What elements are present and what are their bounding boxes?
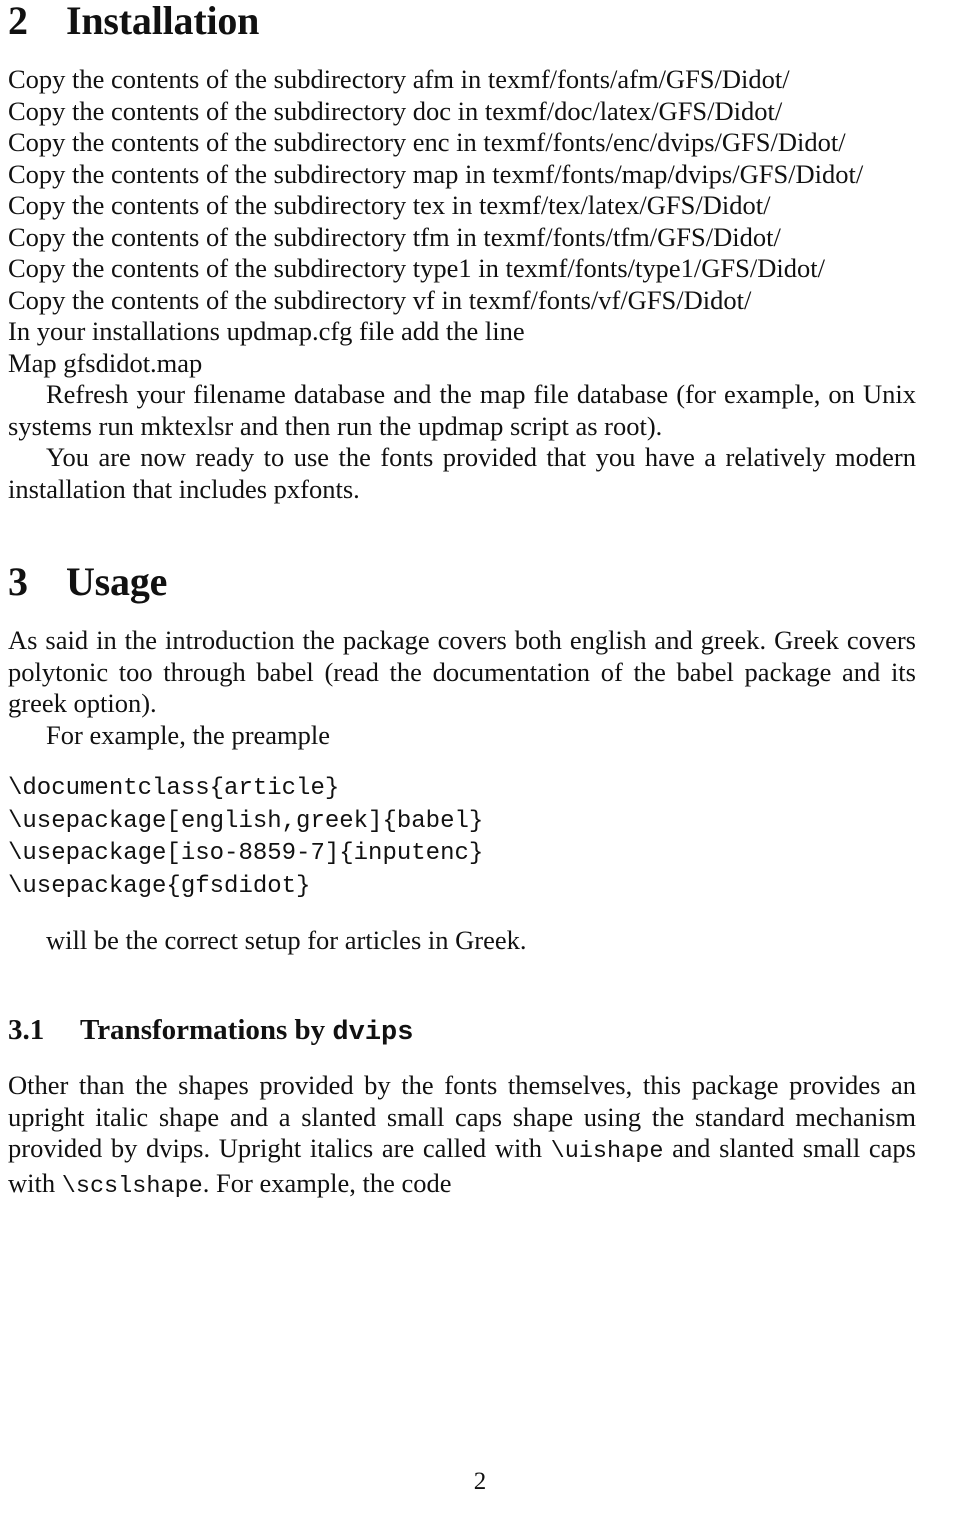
latex-preamble-code-block: \documentclass{article} \usepackage[engl…	[8, 775, 484, 900]
updmap-instruction: In your installations updmap.cfg file ad…	[8, 316, 525, 346]
ready-paragraph: You are now ready to use the fonts provi…	[8, 442, 916, 504]
section-title: Installation	[66, 0, 260, 43]
install-copy-line: Copy the contents of the subdirectory af…	[8, 64, 790, 94]
subsection-title-prefix: Transformations by	[80, 1013, 333, 1046]
page-number: 2	[473, 1468, 487, 1495]
install-copy-line: Copy the contents of the subdirectory tf…	[8, 221, 781, 252]
install-copy-line: Copy the contents of the subdirectory do…	[8, 95, 783, 126]
install-copy-line: Copy the contents of the subdirectory ma…	[8, 158, 864, 189]
section-number: 3	[8, 559, 28, 604]
document-page: 2 Installation Copy the contents of the s…	[0, 0, 960, 1521]
transformations-paragraph: Other than the shapes provided by the fo…	[8, 1070, 916, 1202]
inline-code-scslshape: \scslshape	[61, 1172, 203, 1200]
usage-intro-paragraph: As said in the introduction the package …	[8, 625, 916, 718]
install-copy-line: Copy the contents of the subdirectory vf…	[8, 284, 752, 315]
updmap-map-line: Map gfsdidot.map	[8, 347, 203, 378]
install-copy-line: Copy the contents of the subdirectory en…	[8, 127, 846, 157]
section-heading-installation: 2 Installation	[8, 0, 916, 42]
install-copy-line: Copy the contents of the subdirectory ty…	[8, 253, 825, 283]
refresh-paragraph: Refresh your filename database and the m…	[8, 379, 916, 441]
inline-code-uishape: \uishape	[550, 1138, 664, 1166]
section-heading-usage: 3 Usage	[8, 561, 916, 603]
usage-example-lead: For example, the preample	[46, 719, 331, 750]
page-content: 2 Installation Copy the contents of the s…	[8, 0, 916, 1202]
subsection-number: 3.1	[8, 1013, 45, 1046]
section-title: Usage	[66, 559, 168, 604]
paragraph-part-3: . For example, the code	[202, 1167, 452, 1198]
install-copy-line: Copy the contents of the subdirectory te…	[8, 190, 771, 220]
subsection-title-mono: dvips	[332, 1017, 414, 1048]
section-number: 2	[8, 0, 28, 43]
usage-code-trailer: will be the correct setup for articles i…	[46, 925, 527, 955]
subsection-heading-transformations: 3.1 Transformations by dvips	[8, 1013, 916, 1049]
